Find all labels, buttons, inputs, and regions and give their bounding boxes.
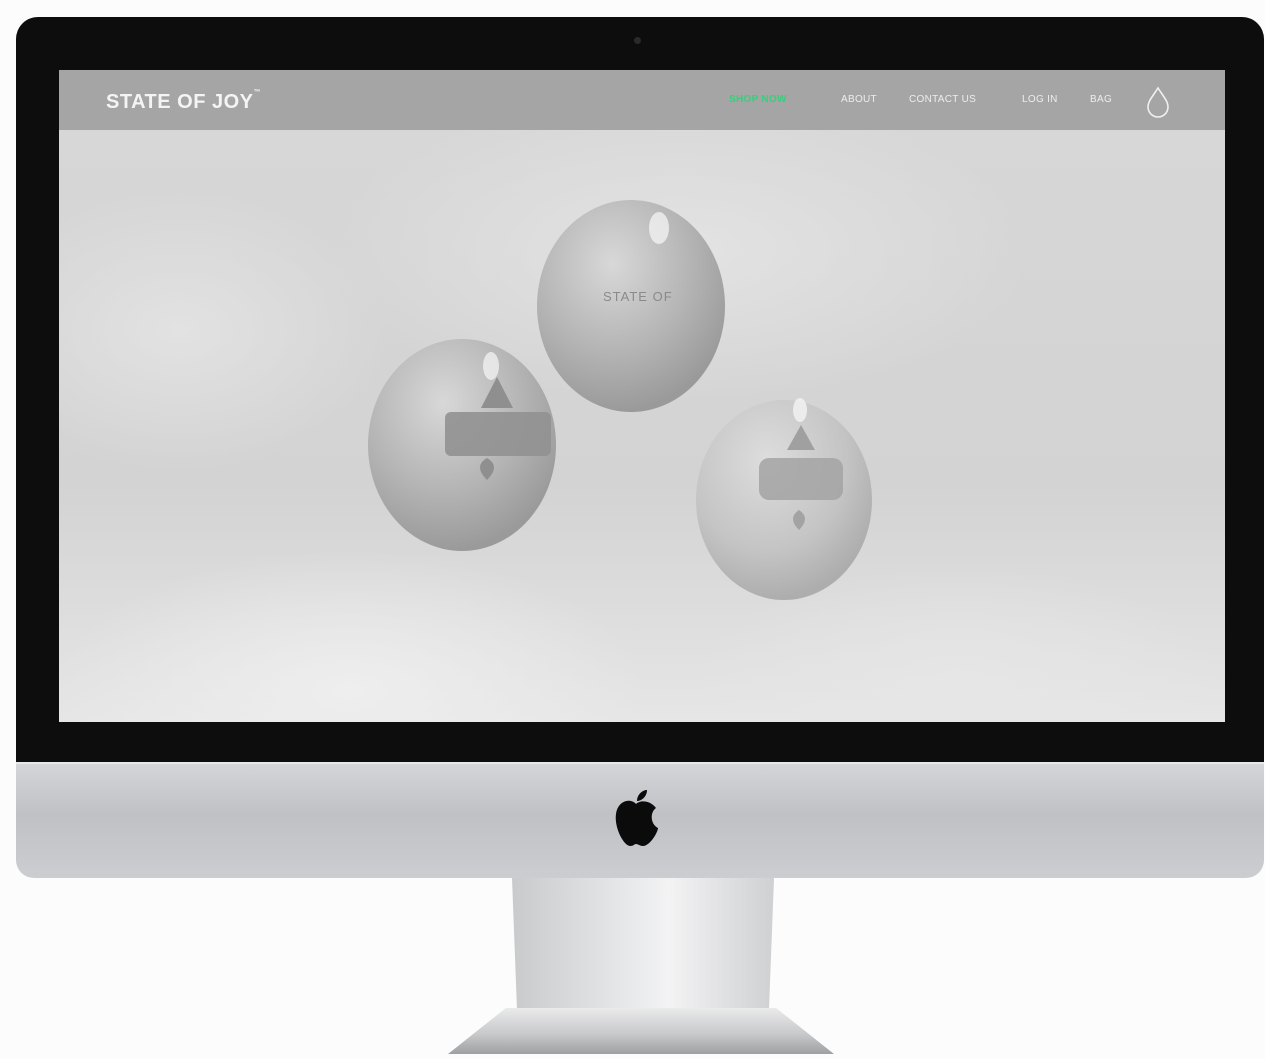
balloon-right — [696, 398, 872, 600]
browser-screen: STATE OF STATE OF JOY™ SHOP NOW ABOUT CO… — [59, 70, 1225, 722]
nav-shop-now[interactable]: SHOP NOW — [729, 94, 787, 105]
nav-contact-us[interactable]: CONTACT US — [909, 94, 976, 105]
trademark-mark: ™ — [253, 89, 261, 96]
hero-section: STATE OF — [59, 130, 1225, 722]
nav-about[interactable]: ABOUT — [841, 94, 877, 105]
drop-icon[interactable] — [1145, 86, 1171, 118]
site-header: STATE OF JOY™ SHOP NOW ABOUT CONTACT US … — [59, 70, 1225, 130]
balloon-left — [368, 339, 556, 551]
imac-mockup: STATE OF STATE OF JOY™ SHOP NOW ABOUT CO… — [0, 0, 1265, 1059]
monitor-stand-neck — [512, 878, 774, 1016]
apple-icon — [615, 790, 658, 846]
balloon-print-text: STATE OF — [603, 289, 673, 304]
site-logo-text: STATE OF JOY — [106, 91, 254, 113]
nav-bag[interactable]: BAG — [1090, 94, 1112, 105]
balloons-illustration: STATE OF — [368, 200, 872, 600]
site-logo[interactable]: STATE OF JOY™ — [106, 89, 261, 114]
nav-log-in[interactable]: LOG IN — [1022, 94, 1058, 105]
balloon-top: STATE OF — [537, 200, 725, 412]
monitor-stand-base — [448, 1008, 834, 1054]
camera-dot — [634, 37, 641, 44]
